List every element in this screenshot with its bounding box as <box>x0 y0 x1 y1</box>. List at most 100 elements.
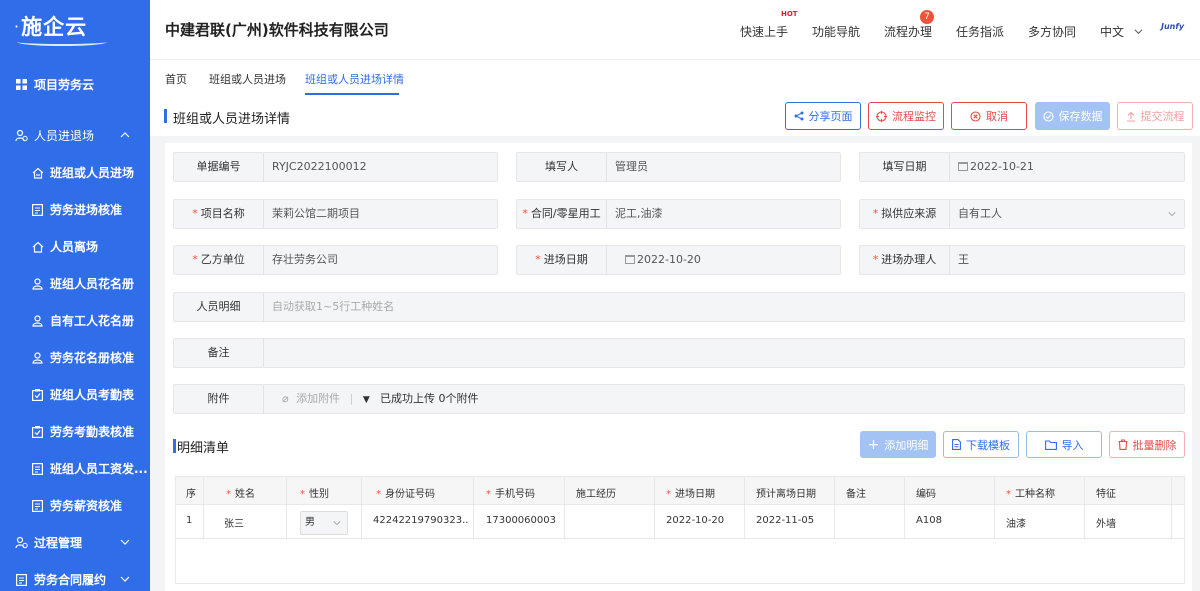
app-logo[interactable]: · 施企云 <box>0 0 150 52</box>
download-template-button[interactable]: 下载模板 <box>943 431 1019 458</box>
contract-field[interactable]: * 合同/零星用工 泥工,油漆 <box>516 199 841 229</box>
cell-id-number[interactable]: 42242219790323... <box>373 515 469 526</box>
detail-form-card: 单据编号 RYJC2022100012 填写人 管理员 填写日期 2022-10… <box>165 143 1192 591</box>
sidebar-item-label: 班组人员考勤表 <box>50 388 135 402</box>
sidebar-item-salary-approval[interactable]: 劳务薪资核准 <box>0 487 150 524</box>
handler-label: 进场办理人 <box>881 253 937 266</box>
cell-feature[interactable]: 外墙 <box>1096 515 1116 530</box>
column-header-name: * 姓名 <box>226 489 255 500</box>
share-page-label: 分享页面 <box>808 110 853 123</box>
doc-list-icon <box>15 573 28 586</box>
sidebar-item-team-entry[interactable]: 班组或人员进场 <box>0 154 150 191</box>
logo-dot-icon: · <box>14 16 20 36</box>
fill-date-field: 填写日期 2022-10-21 <box>859 152 1185 182</box>
sidebar-item-label: 人员离场 <box>50 240 99 254</box>
batch-delete-button[interactable]: 批量删除 <box>1109 431 1185 458</box>
nav-function-guide[interactable]: 功能导航 <box>812 23 860 40</box>
chevron-down-icon <box>120 539 130 545</box>
calendar-icon <box>625 255 635 264</box>
download-template-label: 下载模板 <box>966 438 1010 452</box>
title-accent-bar <box>164 109 167 123</box>
process-monitor-button[interactable]: 流程监控 <box>868 102 944 130</box>
fill-date-label: 填写日期 <box>882 160 927 173</box>
column-header-expected-exit: 预计离场日期 <box>756 489 816 500</box>
page-title: 班组或人员进场详情 <box>173 112 291 127</box>
doc-no-label: 单据编号 <box>196 160 241 173</box>
sidebar-item-team-attendance[interactable]: 班组人员考勤表 <box>0 376 150 413</box>
sidebar-item-labor-contract[interactable]: 劳务合同履约 <box>0 561 150 591</box>
sidebar-item-attendance-approval[interactable]: 劳务考勤表核准 <box>0 413 150 450</box>
cell-phone[interactable]: 17300060003 <box>486 515 556 526</box>
sidebar-item-label: 自有工人花名册 <box>50 314 135 328</box>
remark-field[interactable]: 备注 <box>173 338 1185 368</box>
doc-list-icon <box>31 499 44 512</box>
check-circle-icon <box>1042 110 1054 122</box>
cell-trade[interactable]: 油漆 <box>1006 515 1026 530</box>
sidebar-item-personnel-in-out[interactable]: 人员进退场 <box>0 117 150 154</box>
folder-icon <box>1044 439 1057 450</box>
tab-home[interactable]: 首页 <box>165 71 187 87</box>
breadcrumb-tabs: 首页 班组或人员进场 班组或人员进场详情 <box>150 60 1200 96</box>
supplier-value: 自有工人 <box>958 207 1002 220</box>
add-attachment-button[interactable]: ⌀ 添加附件 | ▼ <box>282 385 370 414</box>
cell-code[interactable]: A108 <box>916 515 942 526</box>
sidebar-item-process-management[interactable]: 过程管理 <box>0 524 150 561</box>
cancel-button[interactable]: 取消 <box>951 102 1027 130</box>
sidebar-item-project-labor[interactable]: 项目劳务云 <box>0 66 150 103</box>
cell-entry-date[interactable]: 2022-10-20 <box>666 515 724 526</box>
sidebar-item-label: 劳务薪资核准 <box>50 499 123 513</box>
nav-quick-start[interactable]: 快速上手 <box>740 23 788 40</box>
sidebar-item-roster-approval[interactable]: 劳务花名册核准 <box>0 339 150 376</box>
sidebar-item-team-payroll[interactable]: 班组人员工资发... <box>0 450 150 487</box>
nav-collaboration[interactable]: 多方协同 <box>1028 23 1076 40</box>
sidebar-item-label: 项目劳务云 <box>34 78 95 92</box>
handler-field[interactable]: * 进场办理人 王 <box>859 245 1185 275</box>
submit-process-button[interactable]: 提交流程 <box>1117 102 1193 130</box>
user-logo[interactable]: Junfy <box>1161 22 1184 31</box>
chevron-down-icon <box>120 576 130 582</box>
save-data-button[interactable]: 保存数据 <box>1035 102 1110 130</box>
sidebar-item-label: 劳务进场核准 <box>50 203 123 217</box>
logo-text: 施企云 <box>17 11 108 46</box>
personnel-detail-field[interactable]: 人员明细 自动获取1~5行工种姓名 <box>173 292 1185 322</box>
save-data-label: 保存数据 <box>1058 110 1103 123</box>
user-group-icon <box>31 277 44 290</box>
nav-process[interactable]: 流程办理 <box>884 23 932 40</box>
party-b-field[interactable]: * 乙方单位 存壮劳务公司 <box>173 245 498 275</box>
party-b-value: 存壮劳务公司 <box>272 253 338 266</box>
entry-date-field[interactable]: * 进场日期 2022-10-20 <box>516 245 841 275</box>
active-tab-indicator <box>305 93 399 95</box>
nav-task-assign[interactable]: 任务指派 <box>956 23 1004 40</box>
clipboard-check-icon <box>31 425 44 438</box>
sidebar-item-label: 班组人员工资发... <box>50 462 148 476</box>
gender-select[interactable]: 男 <box>300 511 348 535</box>
caret-down-icon[interactable]: ▼ <box>363 395 370 405</box>
add-attachment-label: 添加附件 <box>296 392 341 405</box>
project-name-field[interactable]: * 项目名称 茉莉公馆二期项目 <box>173 199 498 229</box>
cell-name[interactable]: 张三 <box>224 515 244 530</box>
column-header-index: 序 <box>186 489 196 500</box>
detail-list-title-text: 明细清单 <box>177 441 230 456</box>
sidebar-item-team-roster[interactable]: 班组人员花名册 <box>0 265 150 302</box>
tab-team-entry-detail[interactable]: 班组或人员进场详情 <box>305 71 404 87</box>
section-accent-bar <box>173 439 176 453</box>
sidebar-item-label: 劳务合同履约 <box>34 573 107 587</box>
tab-team-entry[interactable]: 班组或人员进场 <box>209 71 286 87</box>
sidebar-item-label: 班组人员花名册 <box>50 277 135 291</box>
import-button[interactable]: 导入 <box>1026 431 1102 458</box>
language-select[interactable]: 中文 <box>1100 23 1143 40</box>
sidebar-item-personnel-exit[interactable]: 人员离场 <box>0 228 150 265</box>
personnel-detail-label: 人员明细 <box>196 300 241 313</box>
supplier-select[interactable]: * 拟供应来源 自有工人 <box>859 199 1185 229</box>
column-header-gender: * 性别 <box>300 489 329 500</box>
import-label: 导入 <box>1061 438 1084 452</box>
sidebar-item-own-worker-roster[interactable]: 自有工人花名册 <box>0 302 150 339</box>
writer-value: 管理员 <box>615 160 648 173</box>
column-header-entry-date: * 进场日期 <box>666 489 715 500</box>
share-page-button[interactable]: 分享页面 <box>785 102 861 130</box>
sidebar-item-labor-entry-approval[interactable]: 劳务进场核准 <box>0 191 150 228</box>
column-header-code: 编码 <box>916 489 936 500</box>
cell-expected-exit[interactable]: 2022-11-05 <box>756 515 814 526</box>
sidebar-item-label: 过程管理 <box>34 536 83 550</box>
add-detail-button[interactable]: + 添加明细 <box>860 431 936 458</box>
